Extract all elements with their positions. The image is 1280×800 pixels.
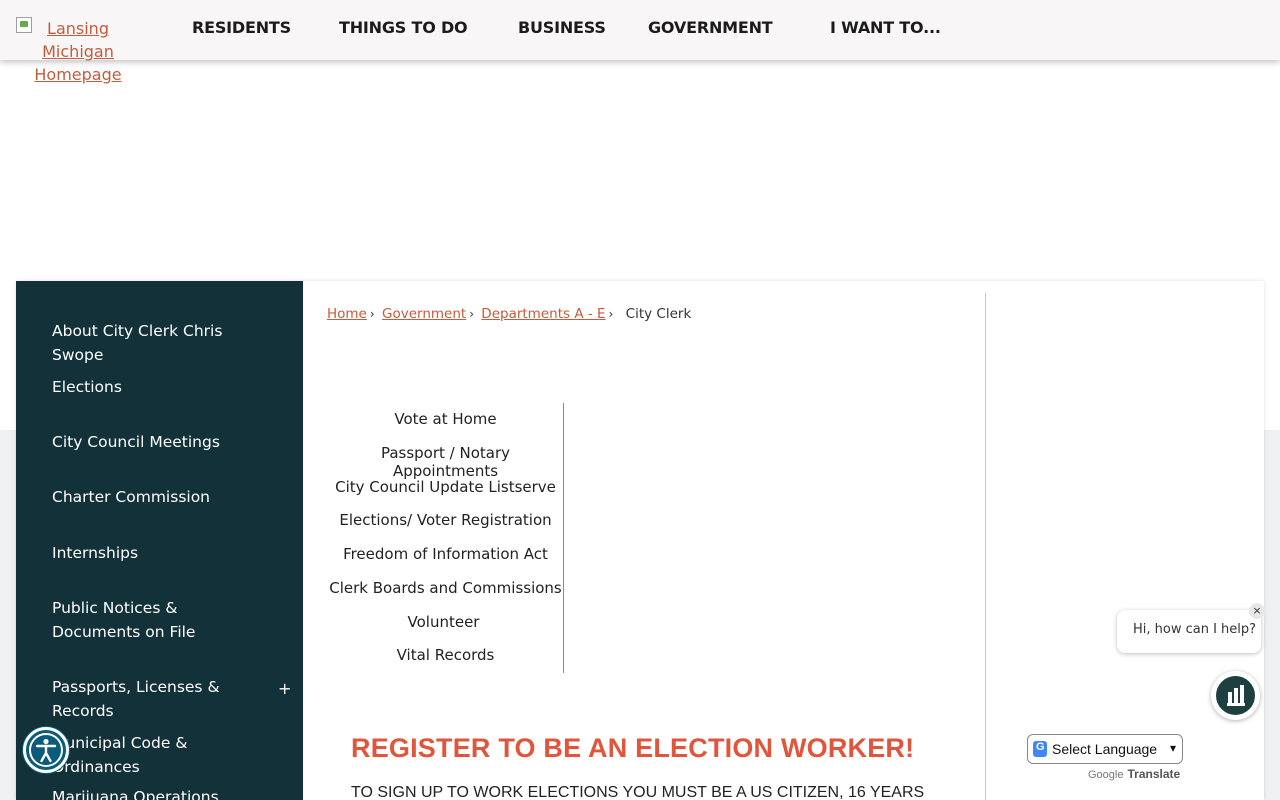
- chat-greeting-bubble[interactable]: Hi, how can I help?: [1117, 610, 1261, 653]
- expand-plus-icon[interactable]: +: [278, 679, 291, 698]
- nav-business[interactable]: BUSINESS: [518, 18, 606, 37]
- google-translate-icon: [1033, 741, 1047, 757]
- chevron-down-icon: ▾: [1169, 741, 1176, 755]
- breadcrumb-separator: ›: [469, 307, 474, 321]
- homepage-logo-link[interactable]: Lansing Michigan Homepage: [16, 17, 140, 86]
- nav-residents[interactable]: RESIDENTS: [192, 18, 291, 37]
- language-select[interactable]: Select Language ▾: [1027, 734, 1183, 764]
- breadcrumb-departments[interactable]: Departments A - E: [481, 306, 605, 322]
- nav-things-to-do[interactable]: THINGS TO DO: [339, 18, 468, 37]
- quick-link-volunteer[interactable]: Volunteer: [325, 613, 562, 631]
- chat-greeting-text: Hi, how can I help?: [1133, 622, 1257, 637]
- quick-links-list: Vote at Home Passport / Notary Appointme…: [327, 403, 564, 673]
- language-select-label: Select Language: [1052, 741, 1158, 757]
- sidebar-item-council-meetings[interactable]: City Council Meetings: [52, 430, 267, 454]
- quick-link-foia[interactable]: Freedom of Information Act: [327, 545, 564, 563]
- close-icon[interactable]: ×: [1249, 603, 1265, 619]
- chat-bot-icon: [1216, 676, 1255, 715]
- powered-by-google[interactable]: Google Translate: [1088, 767, 1180, 781]
- logo-alt-line-1[interactable]: Lansing: [47, 19, 109, 38]
- quick-link-boards-commissions[interactable]: Clerk Boards and Commissions: [327, 579, 564, 597]
- chat-launcher-button[interactable]: [1211, 671, 1260, 720]
- chat-bars-icon: [1227, 685, 1245, 706]
- sidebar-item-municipal-code[interactable]: Municipal Code & Ordinances: [52, 731, 267, 779]
- quick-link-vote-at-home[interactable]: Vote at Home: [327, 410, 564, 428]
- breadcrumb-current: City Clerk: [625, 306, 692, 322]
- logo-alt-line-2[interactable]: Michigan: [42, 42, 114, 61]
- sidebar-item-public-notices[interactable]: Public Notices & Documents on File: [52, 596, 262, 644]
- sidebar-item-elections[interactable]: Elections: [52, 375, 267, 399]
- breadcrumb: Home › Government › Departments A - E › Cit…: [327, 306, 691, 322]
- sidebar-item-about-clerk[interactable]: About City Clerk Chris Swope: [52, 319, 267, 367]
- headline-subtext: TO SIGN UP TO WORK ELECTIONS YOU MUST BE…: [351, 784, 925, 800]
- breadcrumb-separator: ›: [608, 307, 614, 321]
- quick-link-voter-registration[interactable]: Elections/ Voter Registration: [327, 511, 564, 529]
- sidebar-item-passports-licenses[interactable]: Passports, Licenses & Records: [52, 675, 272, 723]
- translate-label: Translate: [1127, 767, 1181, 781]
- breadcrumb-government[interactable]: Government: [382, 306, 466, 322]
- nav-government[interactable]: GOVERNMENT: [648, 18, 773, 37]
- broken-image-icon: [16, 17, 32, 33]
- site-header: RESIDENTS THINGS TO DO BUSINESS GOVERNME…: [0, 0, 1280, 60]
- breadcrumb-home[interactable]: Home: [327, 306, 367, 322]
- breadcrumb-separator: ›: [369, 307, 375, 321]
- page-headline: REGISTER TO BE AN ELECTION WORKER!: [351, 733, 915, 763]
- nav-i-want-to[interactable]: I WANT TO...: [830, 18, 941, 37]
- quick-link-passport-notary[interactable]: Passport / Notary Appointments: [327, 444, 564, 480]
- accessibility-figure-icon: [29, 733, 63, 767]
- sidebar-item-marijuana-operations[interactable]: Marijuana Operations: [52, 785, 267, 800]
- sidebar-item-internships[interactable]: Internships: [52, 541, 267, 565]
- logo-alt-line-3[interactable]: Homepage: [34, 65, 121, 84]
- quick-link-council-listserve[interactable]: City Council Update Listserve: [327, 478, 564, 496]
- page: RESIDENTS THINGS TO DO BUSINESS GOVERNME…: [0, 0, 1280, 800]
- accessibility-icon[interactable]: [23, 727, 69, 773]
- quick-link-vital-records[interactable]: Vital Records: [327, 646, 564, 664]
- right-column-divider: [985, 293, 986, 800]
- sidebar-item-charter-commission[interactable]: Charter Commission: [52, 485, 267, 509]
- google-wordmark: Google: [1088, 769, 1124, 781]
